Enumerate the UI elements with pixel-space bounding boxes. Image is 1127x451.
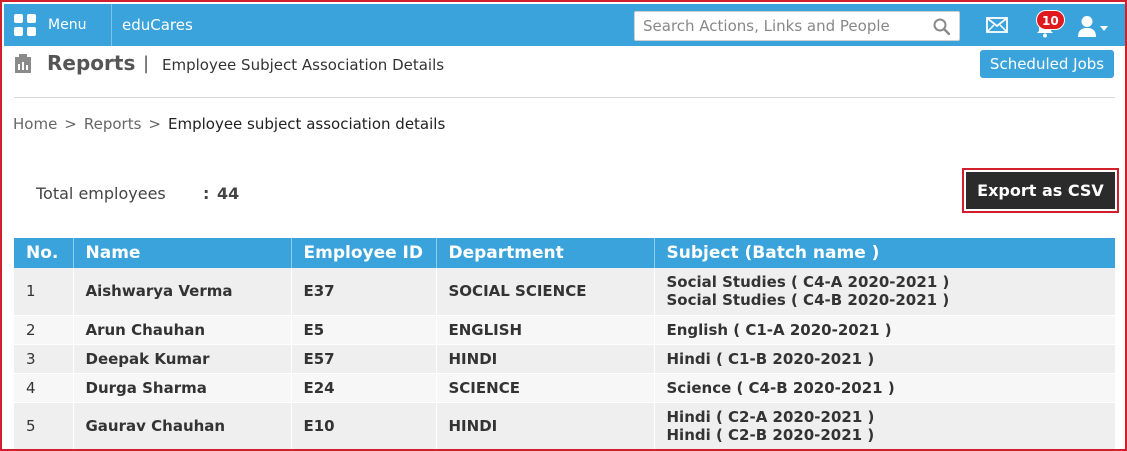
table-row: 1 Aishwarya Verma E37 SOCIAL SCIENCE Soc… <box>14 268 1115 316</box>
table-row: 5 Gaurav Chauhan E10 HINDI Hindi ( C2-A … <box>14 402 1115 449</box>
cell-department: SOCIAL SCIENCE <box>436 268 655 316</box>
caret-down-icon[interactable] <box>1100 26 1108 32</box>
cell-employee-id: E5 <box>291 315 437 345</box>
cell-subjects: English ( C1-A 2020-2021 ) <box>654 315 1115 345</box>
mail-icon[interactable] <box>986 17 1008 33</box>
app-frame: Menu eduCares 10 <box>0 0 1127 451</box>
cell-no: 1 <box>14 268 74 316</box>
breadcrumb-separator: > <box>64 115 77 133</box>
employee-subject-table: No. Name Employee ID Department Subject … <box>14 238 1115 449</box>
subject-batch: Hindi ( C2-A 2020-2021 ) <box>666 407 875 426</box>
breadcrumb: Home > Reports > Employee subject associ… <box>13 115 445 133</box>
cell-employee-id: E24 <box>291 373 437 403</box>
user-icon[interactable] <box>1077 15 1097 37</box>
table-row: 3 Deepak Kumar E57 HINDI Hindi ( C1-B 20… <box>14 344 1115 374</box>
breadcrumb-reports-link[interactable]: Reports <box>84 115 142 133</box>
cell-name: Gaurav Chauhan <box>73 402 292 449</box>
cell-employee-id: E10 <box>291 402 437 449</box>
report-icon <box>15 54 31 73</box>
cell-department: HINDI <box>436 344 655 374</box>
cell-department: ENGLISH <box>436 315 655 345</box>
total-employees-colon: : <box>203 184 210 203</box>
subject-batch: Science ( C4-B 2020-2021 ) <box>666 378 895 397</box>
column-header-department[interactable]: Department <box>436 238 655 268</box>
cell-no: 3 <box>14 344 74 374</box>
total-employees-value: 44 <box>217 184 240 203</box>
cell-name: Durga Sharma <box>73 373 292 403</box>
search-input[interactable] <box>643 12 923 40</box>
cell-subjects: Science ( C4-B 2020-2021 ) <box>654 373 1115 403</box>
breadcrumb-home-link[interactable]: Home <box>13 115 57 133</box>
cell-name: Deepak Kumar <box>73 344 292 374</box>
grid-icon <box>14 14 36 36</box>
breadcrumb-current: Employee subject association details <box>168 115 446 133</box>
subject-batch: Social Studies ( C4-A 2020-2021 ) <box>666 273 950 292</box>
notification-count-badge: 10 <box>1036 10 1065 30</box>
cell-subjects: Social Studies ( C4-A 2020-2021 ) Social… <box>654 268 1115 316</box>
menu-label: Menu <box>48 17 87 33</box>
cell-name: Aishwarya Verma <box>73 268 292 316</box>
table-header-row: No. Name Employee ID Department Subject … <box>14 238 1115 268</box>
cell-no: 4 <box>14 373 74 403</box>
subject-batch: Hindi ( C2-B 2020-2021 ) <box>666 425 875 444</box>
export-csv-button[interactable]: Export as CSV <box>966 172 1115 209</box>
page-subtitle: Employee Subject Association Details <box>162 56 445 74</box>
search-box <box>634 11 960 41</box>
column-header-name[interactable]: Name <box>73 238 292 268</box>
cell-department: SCIENCE <box>436 373 655 403</box>
subject-batch: Hindi ( C1-B 2020-2021 ) <box>666 349 875 368</box>
table-row: 4 Durga Sharma E24 SCIENCE Science ( C4-… <box>14 373 1115 403</box>
title-separator: | <box>143 53 150 74</box>
cell-subjects: Hindi ( C2-A 2020-2021 ) Hindi ( C2-B 20… <box>654 402 1115 449</box>
total-employees-label: Total employees <box>36 184 166 203</box>
cell-department: HINDI <box>436 402 655 449</box>
subject-batch: Social Studies ( C4-B 2020-2021 ) <box>666 291 950 310</box>
cell-employee-id: E37 <box>291 268 437 316</box>
cell-no: 5 <box>14 402 74 449</box>
search-icon[interactable] <box>933 18 950 35</box>
page-title: Reports <box>47 51 136 75</box>
header-divider <box>14 97 1115 98</box>
brand-name[interactable]: eduCares <box>122 16 193 34</box>
cell-subjects: Hindi ( C1-B 2020-2021 ) <box>654 344 1115 374</box>
table-row: 2 Arun Chauhan E5 ENGLISH English ( C1-A… <box>14 315 1115 345</box>
scheduled-jobs-button[interactable]: Scheduled Jobs <box>980 50 1114 78</box>
menu-button[interactable]: Menu <box>14 4 112 46</box>
nav-divider <box>111 4 112 46</box>
column-header-subject[interactable]: Subject (Batch name ) <box>654 238 1115 268</box>
column-header-employee-id[interactable]: Employee ID <box>291 238 437 268</box>
cell-employee-id: E57 <box>291 344 437 374</box>
cell-no: 2 <box>14 315 74 345</box>
column-header-no[interactable]: No. <box>14 238 74 268</box>
subject-batch: English ( C1-A 2020-2021 ) <box>666 320 892 339</box>
breadcrumb-separator: > <box>148 115 161 133</box>
cell-name: Arun Chauhan <box>73 315 292 345</box>
top-nav-bar: Menu eduCares 10 <box>4 4 1125 46</box>
